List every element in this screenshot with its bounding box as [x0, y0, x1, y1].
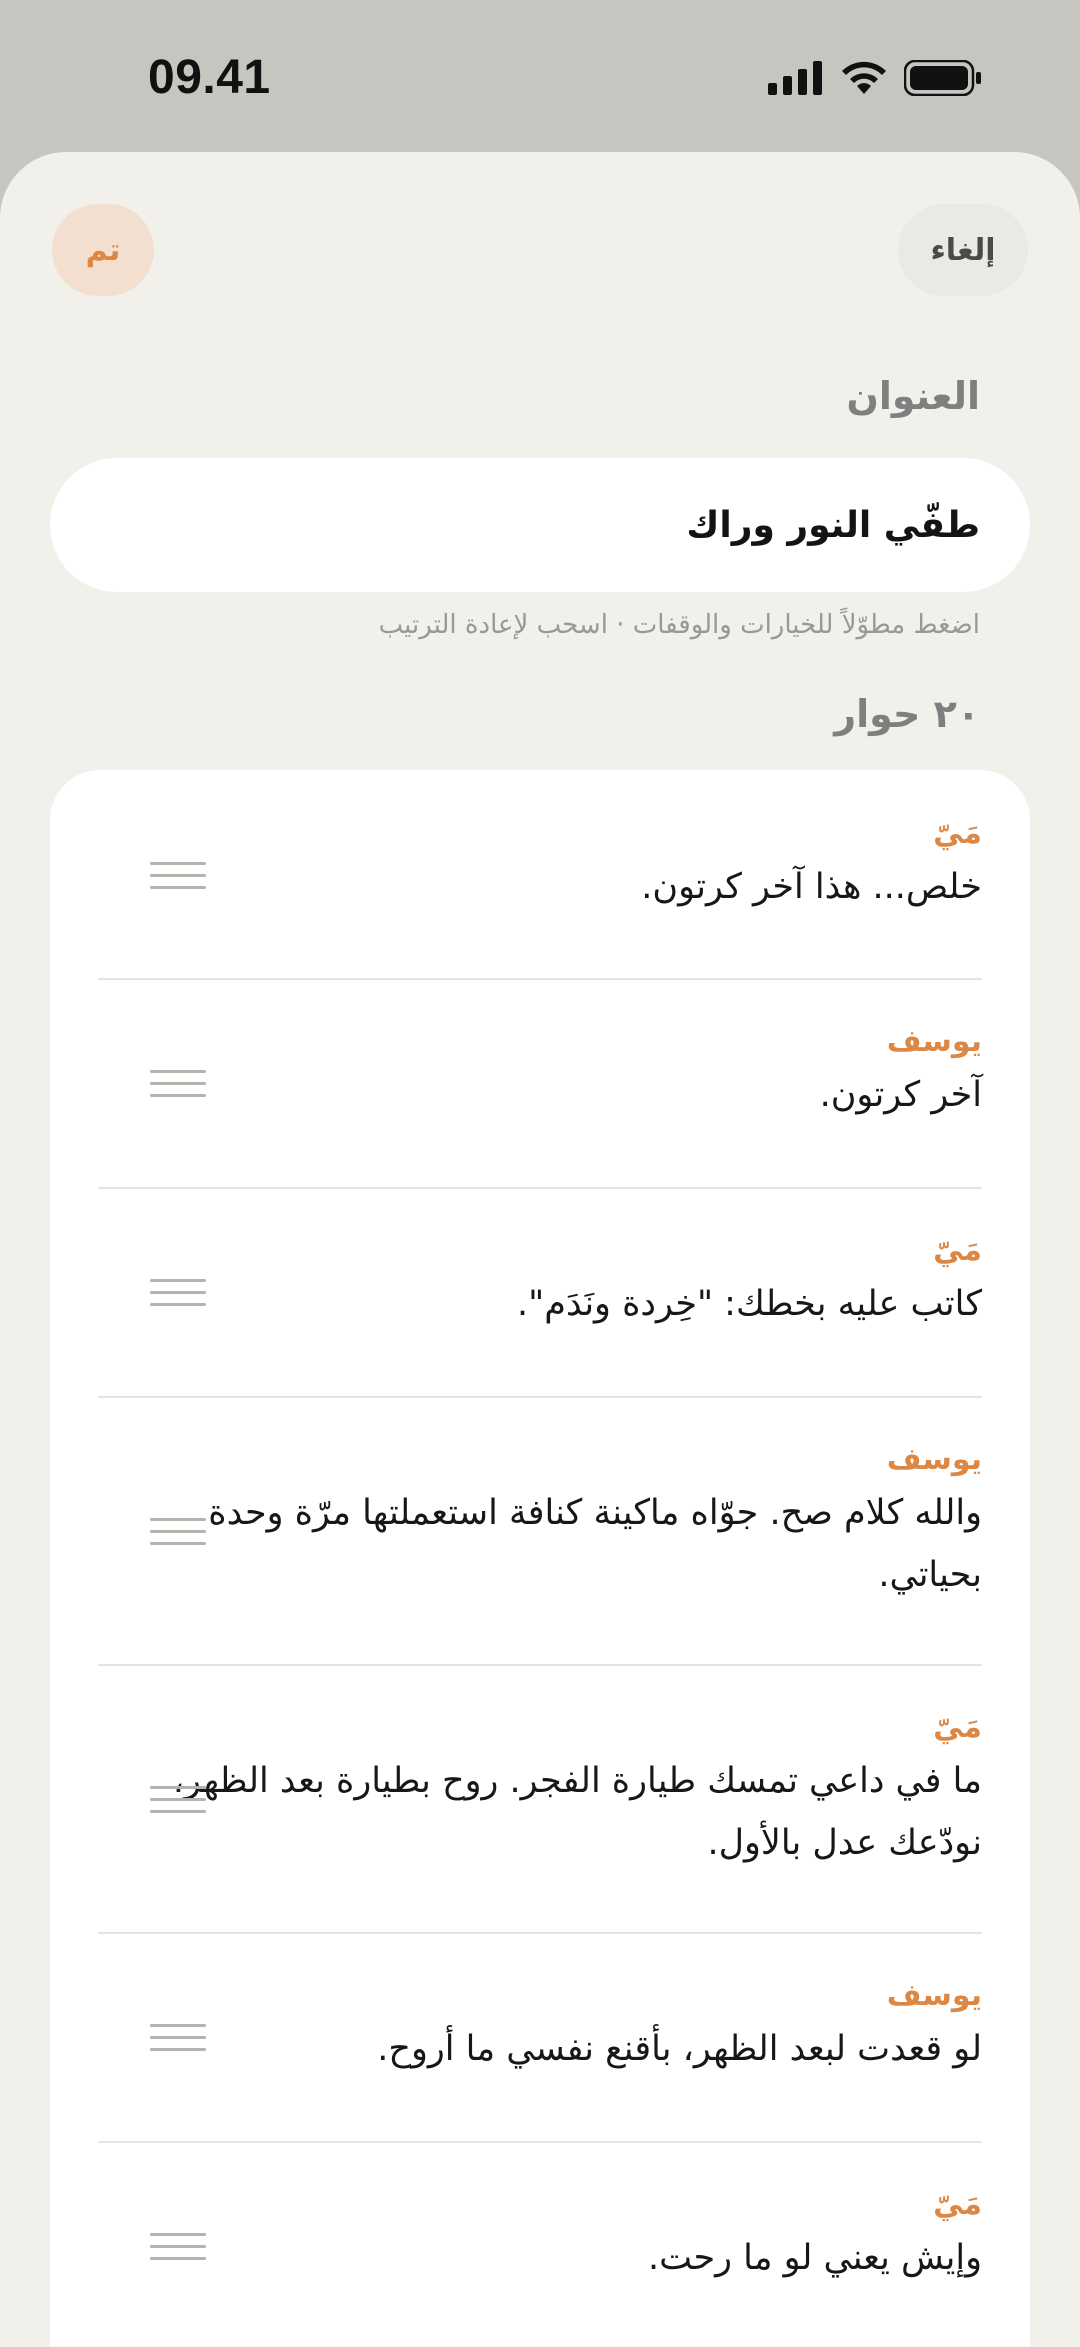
- dialogue-count-label: ٢٠ حوار: [834, 692, 980, 736]
- speaker-name: يوسف: [886, 1442, 982, 1477]
- dialogue-line[interactable]: يوسف والله كلام صح. جوّاه ماكينة كنافة ا…: [98, 1398, 982, 1666]
- dialogue-line[interactable]: مَيّ وإيش يعني لو ما رحت.: [98, 2143, 982, 2347]
- speaker-name: يوسف: [886, 1024, 982, 1059]
- line-text: وإيش يعني لو ما رحت.: [647, 2238, 982, 2278]
- status-bar: 09.41: [0, 0, 1080, 152]
- status-time: 09.41: [148, 51, 271, 104]
- line-text: لو قعدت لبعد الظهر، بأقنع نفسي ما أروح.: [377, 2029, 982, 2069]
- dialogue-line[interactable]: يوسف لو قعدت لبعد الظهر، بأقنع نفسي ما أ…: [98, 1934, 982, 2143]
- speaker-name: يوسف: [886, 1978, 982, 2013]
- dialogue-line[interactable]: مَيّ كاتب عليه بخطك: "خِردة ونَدَم".: [98, 1189, 982, 1398]
- edit-sheet: تم إلغاء العنوان طفّي النور وراك اضغط مط…: [0, 152, 1080, 2347]
- drag-handle-icon[interactable]: [150, 862, 206, 892]
- cellular-signal-icon: [768, 61, 824, 99]
- speaker-name: مَيّ: [933, 1710, 982, 1745]
- battery-icon: [903, 59, 982, 100]
- drag-handle-icon[interactable]: [150, 2024, 206, 2054]
- line-text: خلص... هذا آخر كرتون.: [641, 867, 982, 907]
- wifi-icon: [840, 60, 888, 100]
- title-section-label: العنوان: [846, 374, 980, 418]
- line-text: كاتب عليه بخطك: "خِردة ونَدَم".: [517, 1284, 982, 1324]
- done-button[interactable]: تم: [52, 204, 154, 296]
- drag-handle-icon[interactable]: [150, 1786, 206, 1816]
- line-text: والله كلام صح. جوّاه ماكينة كنافة استعمل…: [208, 1493, 982, 1595]
- speaker-name: مَيّ: [933, 816, 982, 851]
- dialogue-line[interactable]: مَيّ ما في داعي تمسك طيارة الفجر. روح بط…: [98, 1666, 982, 1934]
- line-text: ما في داعي تمسك طيارة الفجر. روح بطيارة …: [172, 1761, 982, 1863]
- title-field[interactable]: طفّي النور وراك: [50, 458, 1030, 592]
- dialogue-line[interactable]: يوسف آخر كرتون.: [98, 980, 982, 1189]
- speaker-name: مَيّ: [933, 1233, 982, 1268]
- line-text: آخر كرتون.: [819, 1075, 982, 1115]
- speaker-name: مَيّ: [933, 2187, 982, 2222]
- drag-handle-icon[interactable]: [150, 1070, 206, 1100]
- dialogue-list: مَيّ خلص... هذا آخر كرتون. يوسف آخر كرتو…: [50, 770, 1030, 2347]
- drag-handle-icon[interactable]: [150, 2233, 206, 2263]
- dialogue-line[interactable]: مَيّ خلص... هذا آخر كرتون.: [98, 770, 982, 980]
- status-icons: [768, 59, 982, 100]
- reorder-hint: اضغط مطوّلاً للخيارات والوقفات · اسحب لإ…: [378, 610, 980, 640]
- drag-handle-icon[interactable]: [150, 1518, 206, 1548]
- cancel-button[interactable]: إلغاء: [898, 204, 1028, 296]
- drag-handle-icon[interactable]: [150, 1279, 206, 1309]
